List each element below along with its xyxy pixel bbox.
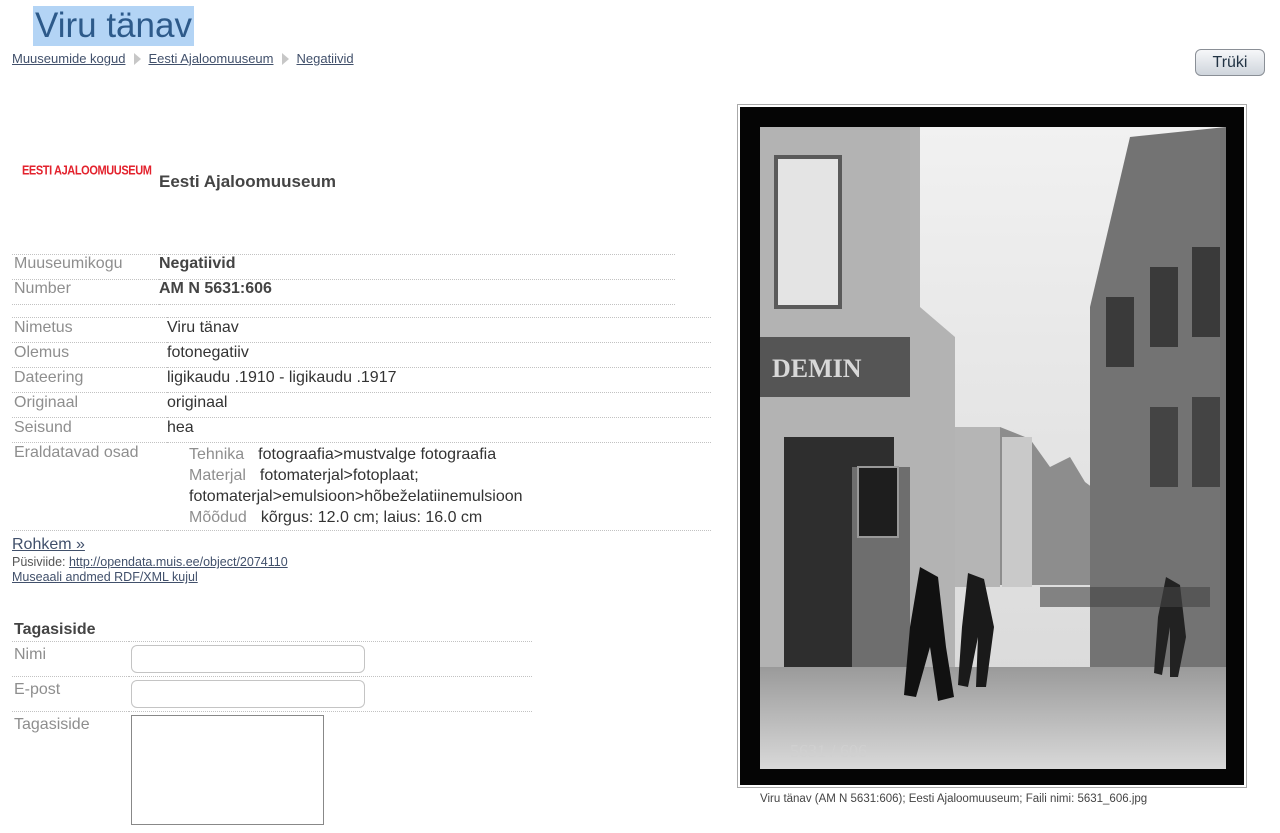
parts-label: Eraldatavad osad: [12, 443, 167, 531]
mid-building: [955, 427, 1000, 587]
table-row: Eraldatavad osad Tehnika fotograafia>must…: [12, 443, 711, 531]
breadcrumb-link-museum[interactable]: Eesti Ajaloomuuseum: [148, 51, 273, 66]
window: [1150, 407, 1178, 487]
shop-sign-text: DEMIN: [772, 354, 862, 383]
photo-frame[interactable]: DEMIN 5631 / 606: [737, 104, 1247, 788]
original-label: Originaal: [12, 393, 167, 418]
feedback-form: Nimi E-post Tagasiside: [12, 641, 532, 833]
table-row: Seisund hea: [12, 418, 711, 443]
dimensions-label: Mõõdud: [189, 509, 247, 526]
plate-number: 5631 / 606: [790, 741, 867, 761]
breadcrumb-link-collections[interactable]: Muuseumide kogud: [12, 51, 125, 66]
dimensions-row: Mõõdud kõrgus: 12.0 cm; laius: 16.0 cm: [189, 507, 711, 528]
name-field-cell: [129, 642, 532, 677]
name-value: Viru tänav: [167, 318, 711, 343]
more-link[interactable]: Rohkem »: [12, 536, 85, 554]
condition-label: Seisund: [12, 418, 167, 443]
form-row: E-post: [12, 677, 532, 712]
window: [1192, 397, 1220, 487]
number-label: Number: [12, 280, 159, 305]
name-label: Nimetus: [12, 318, 167, 343]
condition-value: hea: [167, 418, 711, 443]
collection-label: Muuseumikogu: [12, 255, 159, 280]
feedback-textarea[interactable]: [131, 715, 324, 825]
breadcrumb: Muuseumide kogud Eesti Ajaloomuuseum Negat…: [12, 51, 354, 66]
nature-label: Olemus: [12, 343, 167, 368]
window: [1192, 247, 1220, 337]
dimensions-value: kõrgus: 12.0 cm; laius: 16.0 cm: [261, 509, 482, 526]
table-row: Olemus fotonegatiiv: [12, 343, 711, 368]
message-field-label: Tagasiside: [12, 712, 129, 833]
table-row: Muuseumikogu Negatiivid: [12, 255, 675, 280]
page-title: Viru tänav: [33, 6, 194, 46]
street-photo: DEMIN 5631 / 606: [740, 107, 1244, 785]
dating-value: ligikaudu .1910 - ligikaudu .1917: [167, 368, 711, 393]
table-row: Dateering ligikaudu .1910 - ligikaudu .1…: [12, 368, 711, 393]
collection-value: Negatiivid: [159, 255, 675, 280]
crowd: [1040, 587, 1210, 607]
nature-value: fotonegatiiv: [167, 343, 711, 368]
material-label: Materjal: [189, 467, 246, 484]
email-field-cell: [129, 677, 532, 712]
photo-caption: Viru tänav (AM N 5631:606); Eesti Ajaloo…: [760, 793, 1147, 805]
details-table: Nimetus Viru tänav Olemus fotonegatiiv D…: [12, 317, 711, 531]
mid-building: [1002, 437, 1032, 587]
message-field-cell: [129, 712, 532, 833]
email-field-label: E-post: [12, 677, 129, 712]
dating-label: Dateering: [12, 368, 167, 393]
technique-row: Tehnika fotograafia>mustvalge fotograafia: [189, 444, 711, 465]
identity-table: Muuseumikogu Negatiivid Number AM N 5631…: [12, 254, 675, 305]
window: [776, 157, 840, 307]
number-value: AM N 5631:606: [159, 280, 675, 305]
table-row: Nimetus Viru tänav: [12, 318, 711, 343]
technique-value: fotograafia>mustvalge fotograafia: [258, 446, 496, 463]
original-value: originaal: [167, 393, 711, 418]
permalink-url[interactable]: http://opendata.muis.ee/object/2074110: [69, 555, 288, 569]
plaque: [858, 467, 898, 537]
material-continuation: fotomaterjal>emulsioon>hõbeželatiinemuls…: [189, 486, 711, 507]
museum-name: Eesti Ajaloomuuseum: [159, 172, 336, 192]
permalink-label: Püsiviide:: [12, 555, 66, 569]
table-row: Originaal originaal: [12, 393, 711, 418]
name-field-label: Nimi: [12, 642, 129, 677]
form-row: Nimi: [12, 642, 532, 677]
window: [1150, 267, 1178, 347]
permalink: Püsiviide: http://opendata.muis.ee/objec…: [12, 555, 288, 569]
window: [1106, 297, 1134, 367]
parts-list: Tehnika fotograafia>mustvalge fotograafia…: [167, 443, 711, 531]
rdf-link[interactable]: Museaali andmed RDF/XML kujul: [12, 570, 198, 584]
feedback-heading: Tagasiside: [14, 621, 96, 639]
print-button[interactable]: Trüki: [1195, 49, 1265, 76]
name-input[interactable]: [131, 645, 365, 673]
technique-label: Tehnika: [189, 446, 244, 463]
table-row: Number AM N 5631:606: [12, 280, 675, 305]
material-row: Materjal fotomaterjal>fotoplaat;: [189, 465, 711, 486]
material-value: fotomaterjal>fotoplaat;: [260, 467, 419, 484]
form-row: Tagasiside: [12, 712, 532, 833]
email-input[interactable]: [131, 680, 365, 708]
museum-logo: EESTI AJALOOMUUSEUM: [22, 164, 152, 178]
breadcrumb-link-negatives[interactable]: Negatiivid: [296, 51, 353, 66]
breadcrumb-separator-icon: [134, 53, 141, 65]
breadcrumb-separator-icon: [282, 53, 289, 65]
